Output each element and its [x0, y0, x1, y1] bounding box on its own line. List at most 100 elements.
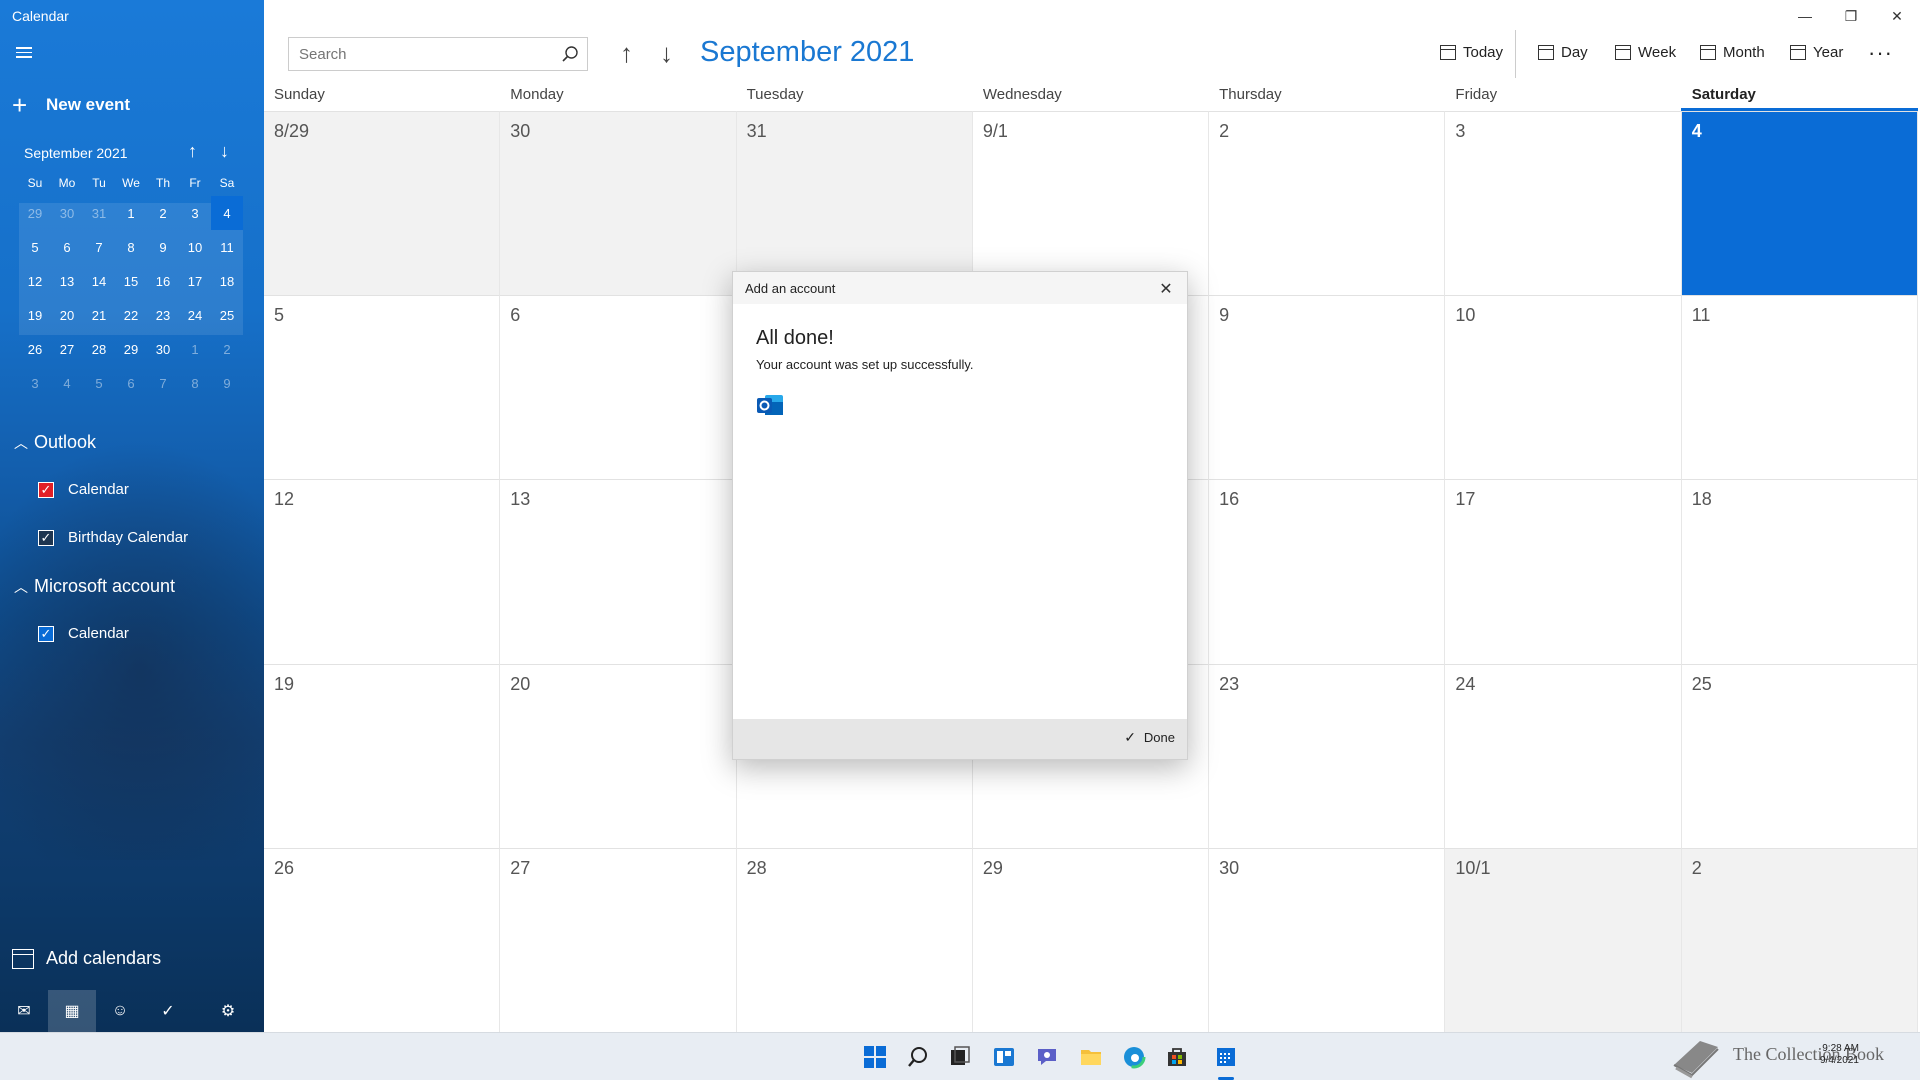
mini-calendar-day[interactable]: 15	[115, 264, 147, 298]
restore-icon[interactable]: ❐	[1828, 0, 1874, 32]
calendar-item-microsoft-calendar[interactable]: ✓ Calendar	[38, 625, 129, 642]
mini-prev-arrow-icon[interactable]: ↑	[188, 141, 197, 162]
day-cell[interactable]: 8/29	[264, 111, 501, 296]
todo-icon[interactable]: ✓	[144, 990, 192, 1032]
more-options-icon[interactable]: ···	[1868, 40, 1893, 66]
checkbox-checked[interactable]: ✓	[38, 529, 54, 546]
day-cell[interactable]: 9	[1209, 295, 1446, 480]
day-cell[interactable]: 17	[1445, 479, 1682, 664]
mail-icon[interactable]: ✉	[0, 990, 48, 1032]
mini-calendar-day[interactable]: 4	[51, 366, 83, 400]
mini-calendar-day[interactable]: 30	[147, 332, 179, 366]
mini-calendar-day[interactable]: 6	[51, 230, 83, 264]
calendar-app-icon[interactable]	[1212, 1043, 1240, 1071]
mini-calendar-day[interactable]: 22	[115, 298, 147, 332]
new-event-button[interactable]: + New event	[12, 90, 130, 120]
group-outlook[interactable]: ︿ Outlook	[14, 432, 96, 453]
day-cell[interactable]: 4	[1681, 111, 1918, 296]
mini-calendar-day[interactable]: 4	[211, 196, 243, 230]
day-cell[interactable]: 5	[264, 295, 501, 480]
mini-calendar-day[interactable]: 11	[211, 230, 243, 264]
day-cell[interactable]: 13	[500, 479, 737, 664]
mini-calendar-day[interactable]: 25	[211, 298, 243, 332]
mini-calendar-day[interactable]: 2	[147, 196, 179, 230]
mini-calendar-day[interactable]: 7	[83, 230, 115, 264]
mini-next-arrow-icon[interactable]: ↓	[220, 141, 229, 162]
mini-calendar-day[interactable]: 10	[179, 230, 211, 264]
gear-icon[interactable]: ⚙	[204, 990, 252, 1032]
day-view-button[interactable]: Day	[1538, 44, 1588, 61]
mini-calendar-day[interactable]: 30	[51, 196, 83, 230]
file-explorer-icon[interactable]	[1077, 1043, 1105, 1071]
mini-calendar-day[interactable]: 5	[83, 366, 115, 400]
day-cell[interactable]: 28	[736, 847, 973, 1032]
hamburger-menu-icon[interactable]	[12, 44, 36, 66]
mini-calendar-day[interactable]: 12	[19, 264, 51, 298]
mini-calendar-day[interactable]: 23	[147, 298, 179, 332]
previous-arrow-icon[interactable]: ↑	[620, 38, 633, 69]
group-microsoft-account[interactable]: ︿ Microsoft account	[14, 576, 175, 597]
minimize-icon[interactable]: —	[1782, 0, 1828, 32]
search-input[interactable]	[289, 45, 553, 63]
mini-calendar-day[interactable]: 21	[83, 298, 115, 332]
store-icon[interactable]	[1163, 1043, 1191, 1071]
day-cell[interactable]: 25	[1681, 663, 1918, 848]
mini-calendar-day[interactable]: 28	[83, 332, 115, 366]
day-cell[interactable]: 26	[264, 847, 501, 1032]
add-calendars-button[interactable]: Add calendars	[12, 948, 161, 969]
mini-calendar-day[interactable]: 19	[19, 298, 51, 332]
close-icon[interactable]: ✕	[1155, 278, 1177, 300]
mini-calendar-day[interactable]: 16	[147, 264, 179, 298]
search-icon[interactable]	[904, 1043, 932, 1071]
people-icon[interactable]: ☺	[96, 990, 144, 1032]
edge-icon[interactable]	[1120, 1043, 1148, 1071]
day-cell[interactable]: 19	[264, 663, 501, 848]
day-cell[interactable]: 16	[1209, 479, 1446, 664]
next-arrow-icon[interactable]: ↓	[660, 38, 673, 69]
mini-calendar-day[interactable]: 20	[51, 298, 83, 332]
month-view-button[interactable]: Month	[1700, 44, 1765, 61]
calendar-item-birthday-calendar[interactable]: ✓ Birthday Calendar	[38, 529, 188, 546]
mini-calendar-day[interactable]: 26	[19, 332, 51, 366]
mini-calendar-month[interactable]: September 2021	[24, 145, 128, 161]
day-cell[interactable]: 10/1	[1445, 847, 1682, 1032]
mini-calendar-day[interactable]: 27	[51, 332, 83, 366]
mini-calendar-day[interactable]: 8	[115, 230, 147, 264]
calendar-item-outlook-calendar[interactable]: ✓ Calendar	[38, 481, 129, 498]
day-cell[interactable]: 3	[1445, 111, 1682, 296]
search-icon[interactable]	[553, 45, 587, 63]
day-cell[interactable]: 12	[264, 479, 501, 664]
day-cell[interactable]: 20	[500, 663, 737, 848]
mini-calendar-day[interactable]: 8	[179, 366, 211, 400]
day-cell[interactable]: 10	[1445, 295, 1682, 480]
calendar-icon[interactable]: ▦	[48, 990, 96, 1032]
mini-calendar-day[interactable]: 13	[51, 264, 83, 298]
day-cell[interactable]: 30	[500, 111, 737, 296]
day-cell[interactable]: 18	[1681, 479, 1918, 664]
day-cell[interactable]: 24	[1445, 663, 1682, 848]
checkbox-checked[interactable]: ✓	[38, 481, 54, 498]
day-cell[interactable]: 23	[1209, 663, 1446, 848]
mini-calendar-day[interactable]: 1	[115, 196, 147, 230]
mini-calendar-day[interactable]: 3	[179, 196, 211, 230]
mini-calendar-day[interactable]: 5	[19, 230, 51, 264]
mini-calendar-day[interactable]: 29	[115, 332, 147, 366]
system-clock[interactable]: 9:28 AM 9/4/2021	[1820, 1043, 1859, 1067]
day-cell[interactable]: 27	[500, 847, 737, 1032]
close-window-icon[interactable]: ✕	[1874, 0, 1920, 32]
day-cell[interactable]: 6	[500, 295, 737, 480]
task-view-icon[interactable]	[946, 1043, 974, 1071]
year-view-button[interactable]: Year	[1790, 44, 1843, 61]
mini-calendar-day[interactable]: 29	[19, 196, 51, 230]
chat-icon[interactable]	[1033, 1043, 1061, 1071]
mini-calendar-day[interactable]: 7	[147, 366, 179, 400]
widgets-icon[interactable]	[990, 1043, 1018, 1071]
day-cell[interactable]: 11	[1681, 295, 1918, 480]
mini-calendar-day[interactable]: 17	[179, 264, 211, 298]
mini-calendar-day[interactable]: 9	[211, 366, 243, 400]
mini-calendar-day[interactable]: 3	[19, 366, 51, 400]
mini-calendar-day[interactable]: 2	[211, 332, 243, 366]
mini-calendar-day[interactable]: 14	[83, 264, 115, 298]
mini-calendar-day[interactable]: 31	[83, 196, 115, 230]
day-cell[interactable]: 2	[1681, 847, 1918, 1032]
